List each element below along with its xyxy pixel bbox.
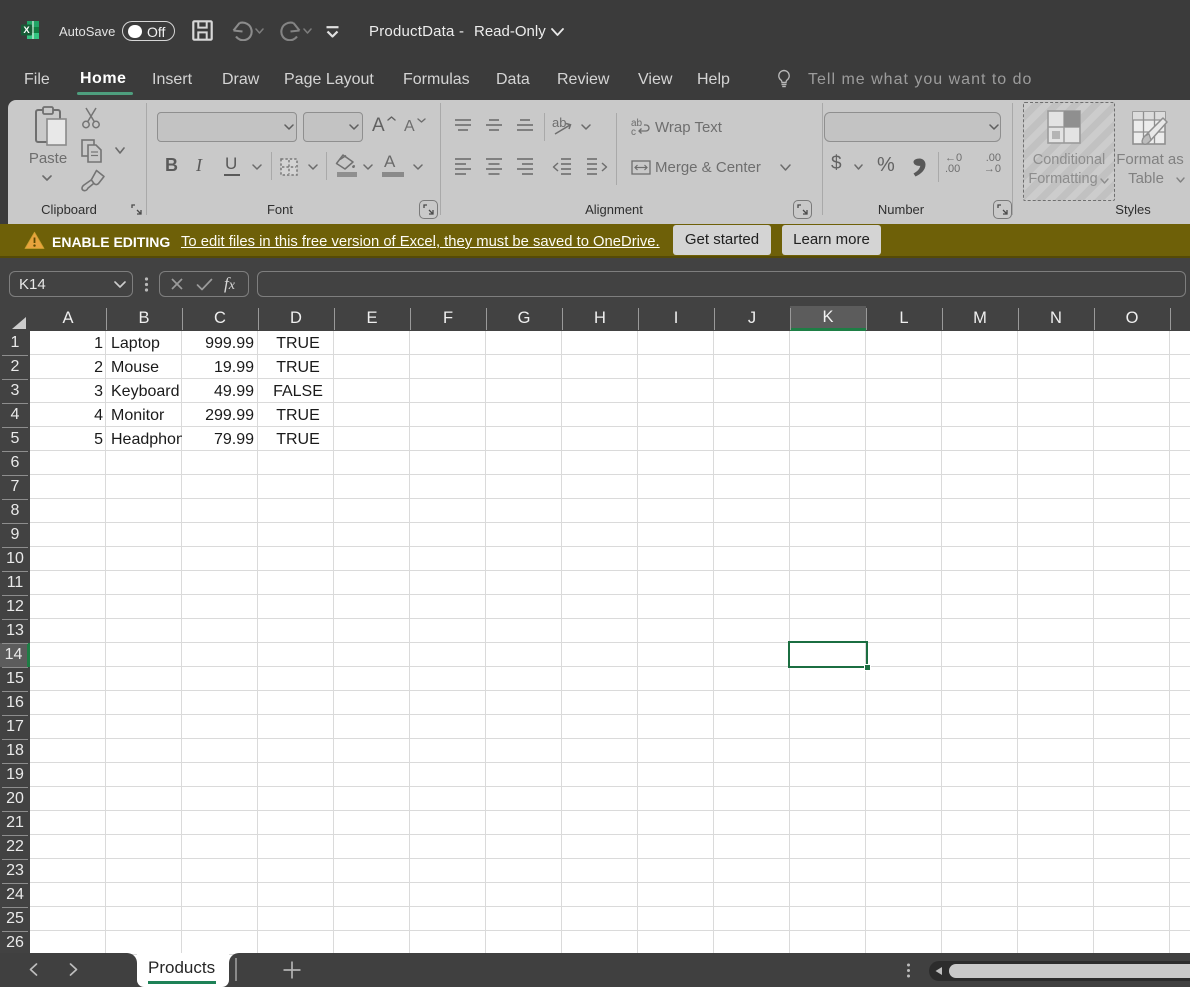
svg-text:X: X — [23, 25, 30, 36]
svg-text:c: c — [631, 127, 636, 135]
